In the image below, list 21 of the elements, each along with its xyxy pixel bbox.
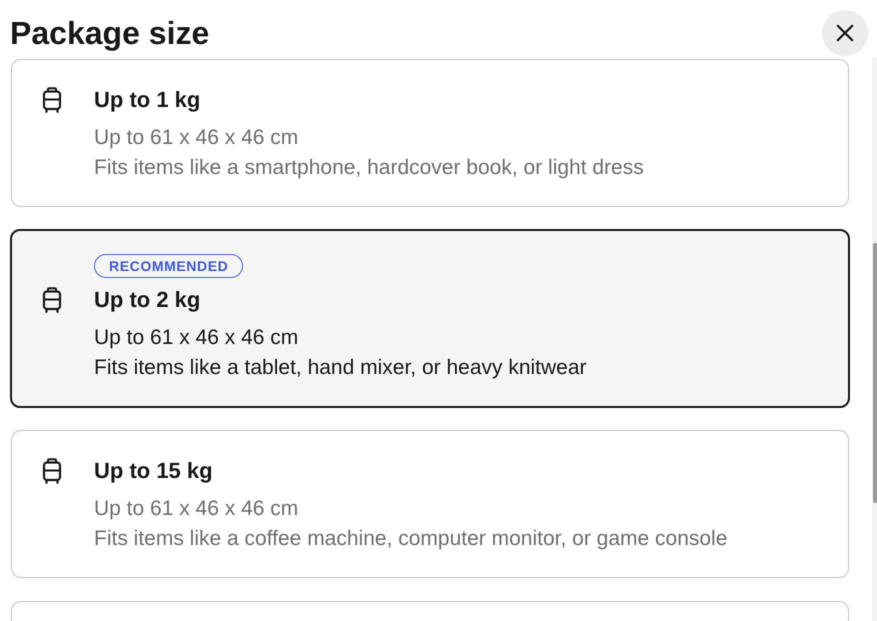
recommended-badge: RECOMMENDED	[94, 254, 244, 278]
description-text: Fits items like a coffee machine, computer monitor, or game console	[94, 527, 728, 550]
description-text: Fits items like a tablet, hand mixer, or heavy knitwear	[94, 356, 587, 379]
scrollbar-track[interactable]	[872, 57, 877, 621]
dimensions-text: Up to 61 x 46 x 46 cm	[94, 326, 298, 349]
suitcase-icon	[42, 87, 62, 113]
close-icon	[836, 24, 854, 42]
dimensions-text: Up to 61 x 46 x 46 cm	[94, 497, 298, 520]
package-option-card[interactable]: RECOMMENDED Up to 2 kg Up to 61 x 46 x 46 cm Fits items like a tablet, hand mixer, or heavy knitwear	[10, 229, 850, 408]
dialog-title: Package size	[10, 15, 210, 51]
package-option-card[interactable]: Up to 1 kg Up to 61 x 46 x 46 cm Fits items like a smartphone, hardcover book, or light dress	[11, 59, 849, 207]
suitcase-icon	[42, 458, 62, 484]
description-text: Fits items like a smartphone, hardcover book, or light dress	[94, 156, 644, 179]
package-option-card[interactable]: Up to 15 kg Up to 61 x 46 x 46 cm Fits items like a coffee machine, computer monitor, or game console	[11, 430, 849, 578]
suitcase-icon	[42, 287, 62, 313]
weight-label: Up to 15 kg	[94, 458, 213, 484]
scrollbar-thumb[interactable]	[873, 243, 877, 503]
close-button[interactable]	[822, 10, 868, 56]
dimensions-text: Up to 61 x 46 x 46 cm	[94, 126, 298, 149]
weight-label: Up to 1 kg	[94, 87, 200, 113]
weight-label: Up to 2 kg	[94, 287, 200, 313]
